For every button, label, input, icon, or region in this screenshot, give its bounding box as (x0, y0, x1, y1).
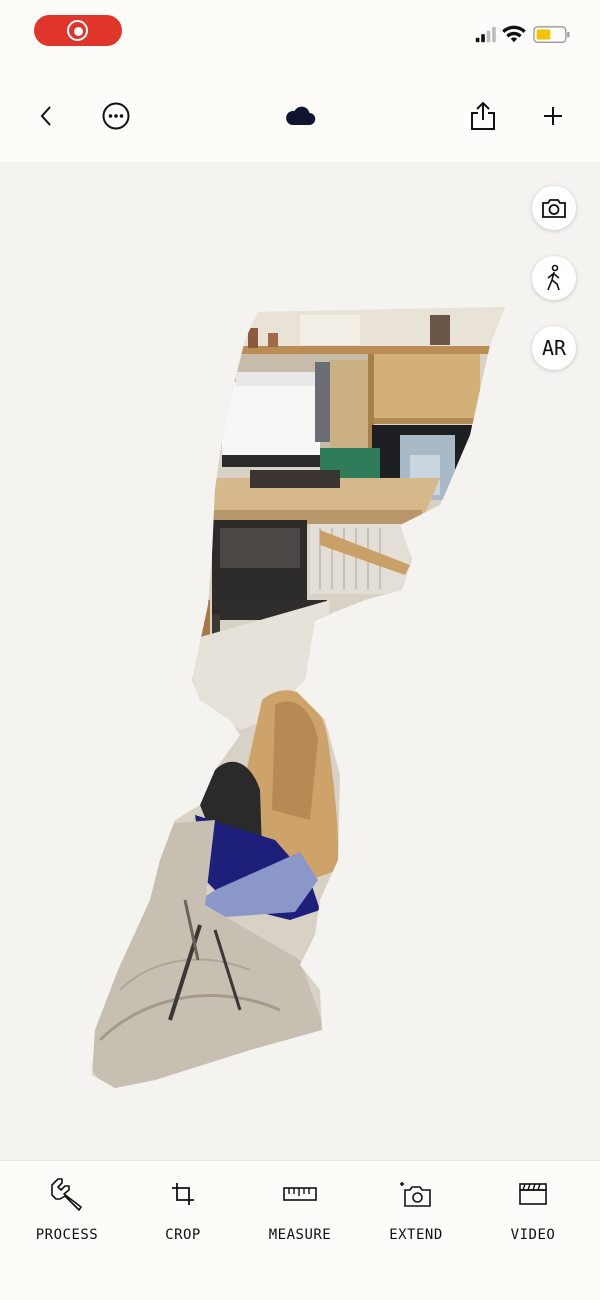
cellular-signal-icon (475, 26, 496, 43)
status-bar (0, 0, 600, 64)
scan-viewer[interactable]: AR (0, 162, 600, 1160)
cloud-sync-button[interactable] (278, 94, 322, 138)
more-options-button[interactable] (96, 94, 136, 138)
back-button[interactable] (28, 94, 64, 138)
crop-icon (172, 1183, 194, 1205)
plus-icon (544, 107, 562, 125)
battery-icon (533, 26, 570, 43)
ar-label: AR (541, 336, 567, 360)
ruler-icon (283, 1187, 317, 1201)
video-label: VIDEO (510, 1227, 556, 1243)
crop-button[interactable]: CROP (123, 1161, 243, 1261)
measure-button[interactable]: MEASURE (240, 1161, 360, 1261)
wrench-icon (51, 1178, 82, 1211)
camera-icon (542, 199, 566, 218)
ar-button[interactable]: AR (532, 326, 576, 370)
walk-icon (547, 264, 560, 291)
share-button[interactable] (462, 94, 504, 138)
video-button[interactable]: VIDEO (473, 1161, 593, 1261)
camera-button[interactable] (532, 186, 576, 230)
clapperboard-icon (519, 1183, 547, 1205)
screen-recording-indicator[interactable] (34, 15, 122, 46)
status-icons (475, 25, 570, 43)
bottom-toolbar: PROCESS CROP MEASURE EXTEND VIDEO (0, 1160, 600, 1300)
wifi-icon (502, 25, 526, 43)
walk-mode-button[interactable] (532, 256, 576, 300)
process-button[interactable]: PROCESS (7, 1161, 127, 1261)
extend-label: EXTEND (389, 1227, 443, 1243)
add-camera-icon (400, 1182, 431, 1207)
add-button[interactable] (532, 94, 574, 138)
top-navigation-bar (0, 64, 600, 162)
scan-model[interactable] (0, 162, 600, 1160)
extend-button[interactable]: EXTEND (356, 1161, 476, 1261)
more-options-icon (102, 102, 130, 130)
share-icon (471, 101, 495, 130)
scan-imagery (92, 307, 505, 1088)
process-label: PROCESS (35, 1227, 99, 1243)
chevron-left-icon (40, 106, 51, 126)
crop-label: CROP (165, 1227, 201, 1243)
measure-label: MEASURE (268, 1227, 332, 1243)
cloud-icon (286, 106, 316, 126)
